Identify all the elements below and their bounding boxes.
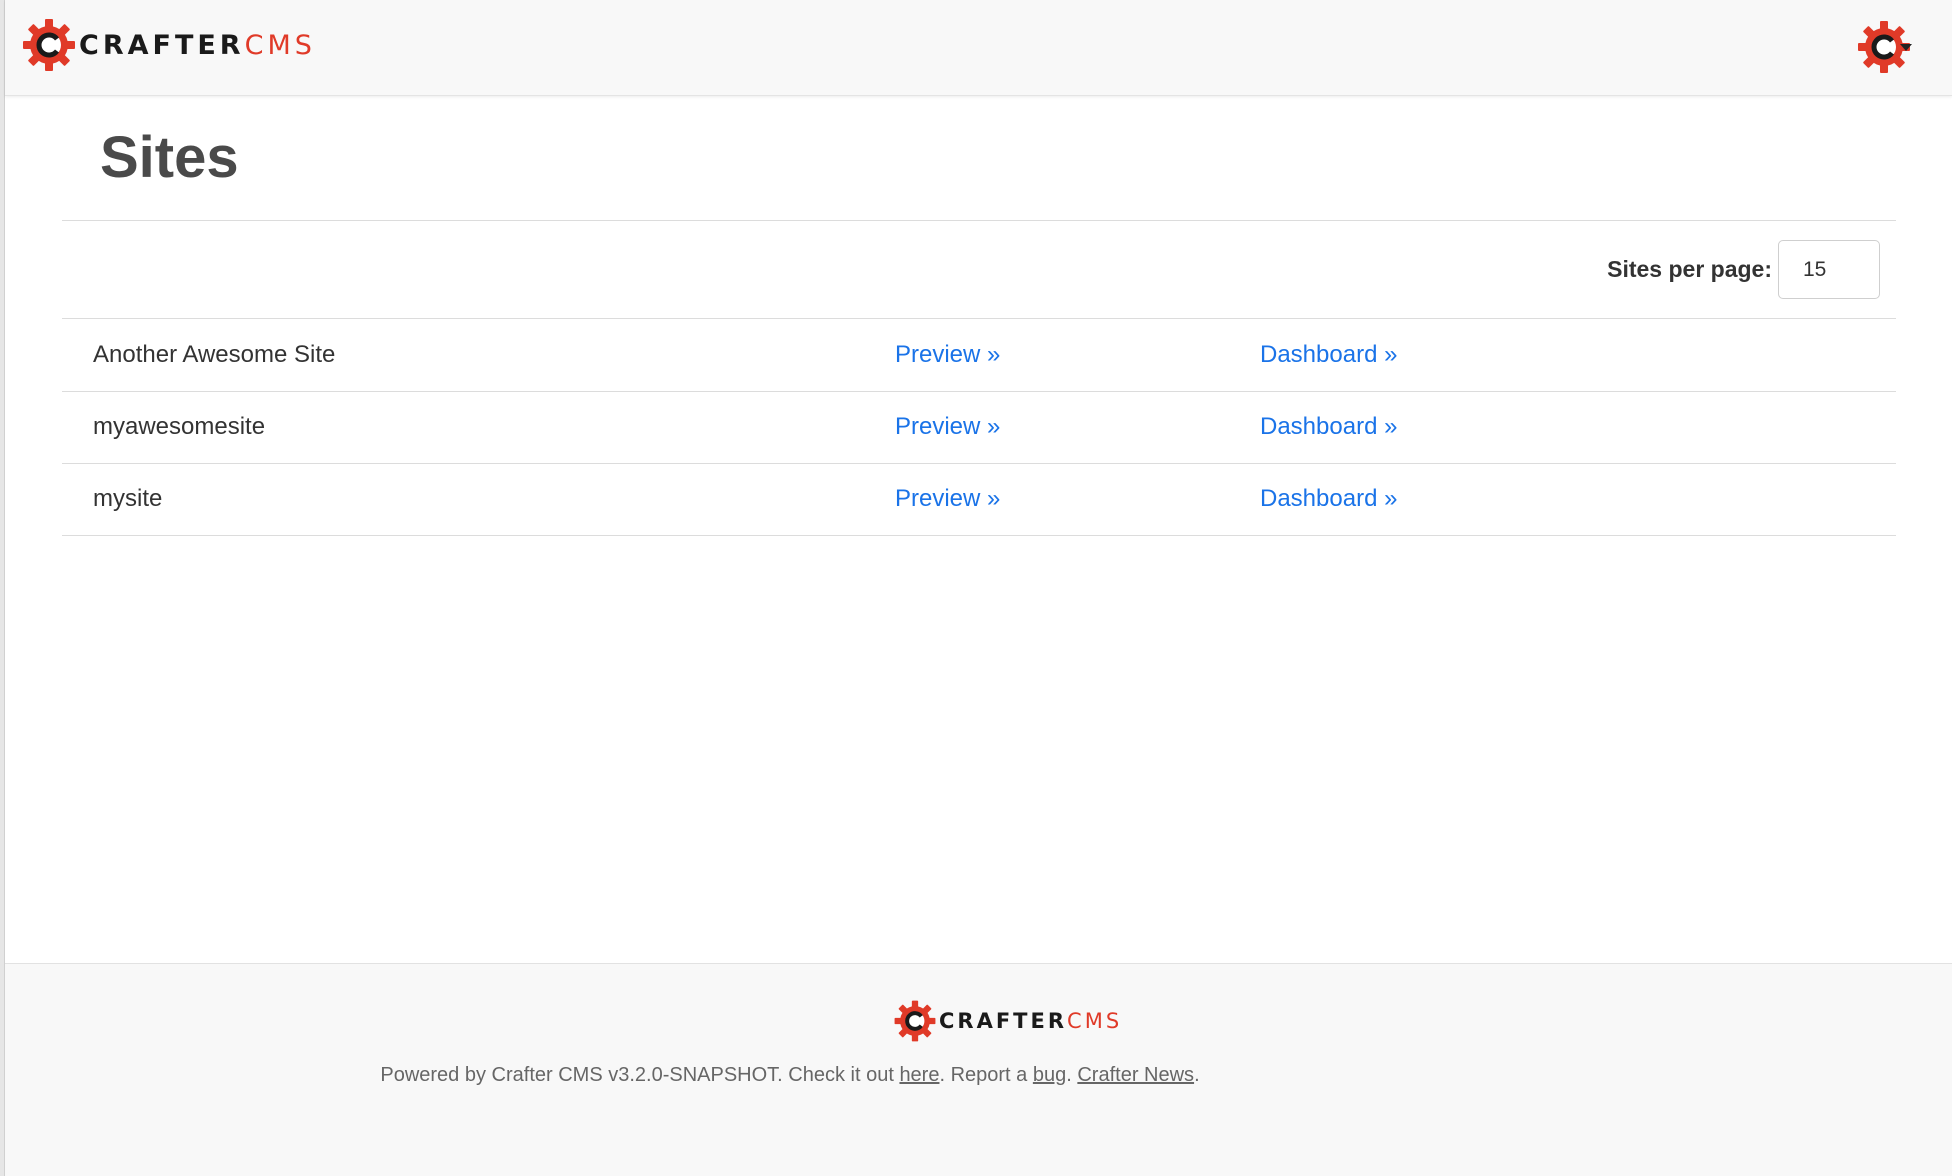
- page-title: Sites: [62, 96, 1896, 221]
- sites-per-page-label: Sites per page:: [1607, 256, 1772, 282]
- here-link[interactable]: here: [899, 1064, 939, 1086]
- preview-link[interactable]: Preview »: [895, 485, 1000, 512]
- table-row: Another Awesome Site Preview » Dashboard…: [62, 319, 1896, 392]
- bug-link[interactable]: bug: [1033, 1064, 1066, 1086]
- site-name: myawesomesite: [62, 391, 894, 464]
- dashboard-link[interactable]: Dashboard »: [1260, 485, 1397, 512]
- crafter-gear-icon: [894, 1000, 936, 1042]
- footer-crafter-logo: CRAFTERCMS: [893, 999, 1122, 1043]
- top-navbar: CRAFTERCMS: [5, 0, 1952, 96]
- footer-credits: Powered by Crafter CMS v3.2.0-SNAPSHOT. …: [380, 1064, 1200, 1086]
- crafter-news-link[interactable]: Crafter News: [1077, 1064, 1194, 1086]
- pagination-controls: Sites per page:: [62, 221, 1896, 319]
- dashboard-link[interactable]: Dashboard »: [1260, 341, 1397, 368]
- table-row: mysite Preview » Dashboard »: [62, 463, 1896, 536]
- preview-link[interactable]: Preview »: [895, 341, 1000, 368]
- crafter-gear-icon: [23, 19, 75, 71]
- page-footer: CRAFTERCMS Powered by Crafter CMS v3.2.0…: [5, 963, 1952, 1176]
- main-content: Sites Sites per page: Another Awesome Si…: [62, 96, 1896, 536]
- sites-per-page-input[interactable]: [1778, 240, 1880, 299]
- user-menu-button[interactable]: [1854, 17, 1914, 77]
- crafter-logo[interactable]: CRAFTERCMS: [21, 17, 316, 73]
- chevron-down-icon: [1900, 44, 1912, 51]
- preview-link[interactable]: Preview »: [895, 413, 1000, 440]
- footer-brand-wordmark: CRAFTERCMS: [939, 1008, 1123, 1033]
- site-name: mysite: [62, 463, 894, 536]
- site-name: Another Awesome Site: [62, 319, 894, 392]
- table-row: myawesomesite Preview » Dashboard »: [62, 391, 1896, 464]
- sites-table: Another Awesome Site Preview » Dashboard…: [62, 319, 1896, 536]
- dashboard-link[interactable]: Dashboard »: [1260, 413, 1397, 440]
- brand-wordmark: CRAFTERCMS: [79, 29, 316, 61]
